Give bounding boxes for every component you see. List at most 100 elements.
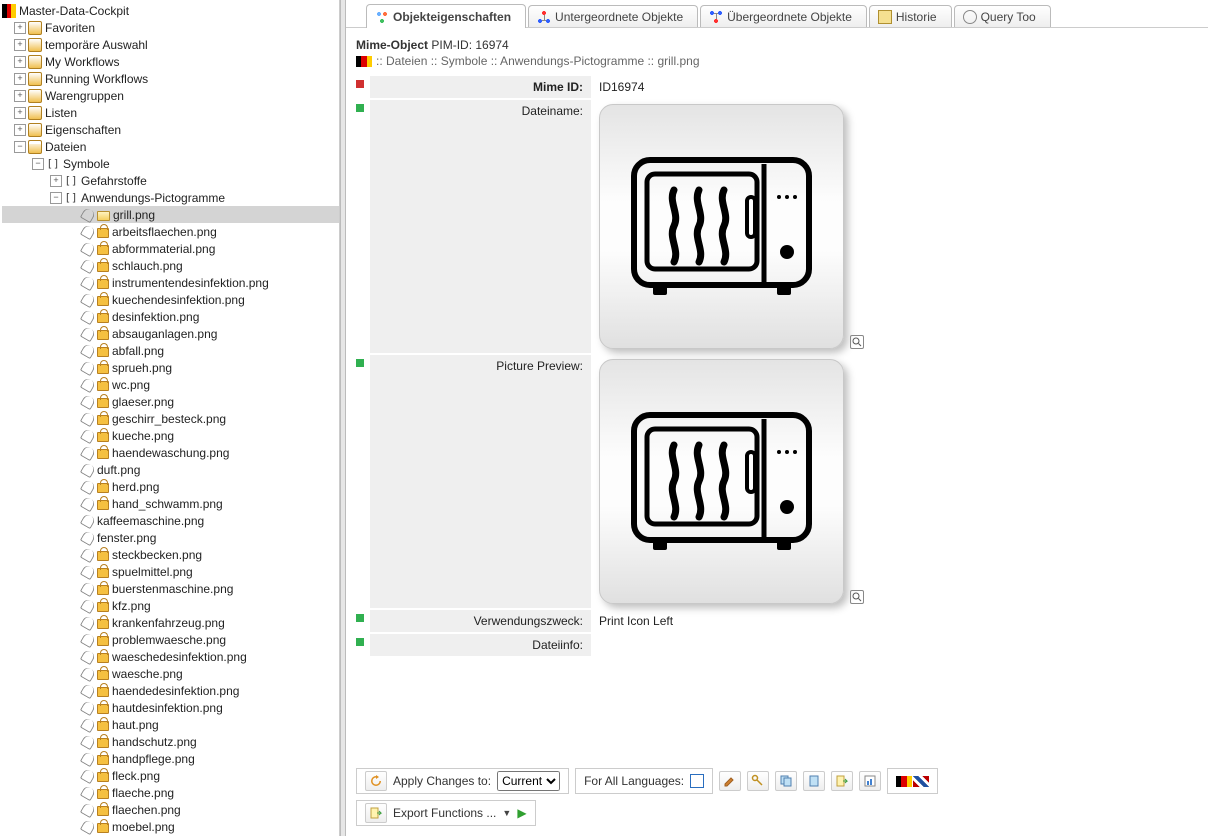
tree-item[interactable]: +Eigenschaften [2, 121, 339, 138]
tab-bar: ObjekteigenschaftenUntergeordnete Objekt… [346, 0, 1208, 28]
tree-item[interactable]: hautdesinfektion.png [2, 699, 339, 716]
refresh-icon[interactable] [365, 771, 387, 791]
tree-item[interactable]: sprueh.png [2, 359, 339, 376]
tree-item[interactable]: herd.png [2, 478, 339, 495]
dropdown-arrow-icon[interactable]: ▼ [502, 808, 511, 818]
tree-item[interactable]: abformmaterial.png [2, 240, 339, 257]
tree-item[interactable]: kaffeemaschine.png [2, 512, 339, 529]
tree-item-label: geschirr_besteck.png [112, 412, 226, 426]
tree-item[interactable]: −[]Anwendungs-Pictogramme [2, 189, 339, 206]
tree-item[interactable]: arbeitsflaechen.png [2, 223, 339, 240]
tree-item[interactable]: handschutz.png [2, 733, 339, 750]
tree-item[interactable]: flaeche.png [2, 784, 339, 801]
box-icon [28, 38, 42, 52]
zoom-icon[interactable] [850, 335, 864, 349]
tree-item[interactable]: glaeser.png [2, 393, 339, 410]
expand-toggle-icon[interactable]: + [14, 22, 26, 34]
expand-toggle-icon[interactable]: + [14, 73, 26, 85]
attachment-icon [80, 598, 96, 614]
tree-item[interactable]: absauganlagen.png [2, 325, 339, 342]
tree-item[interactable]: waeschedesinfektion.png [2, 648, 339, 665]
lock-icon [97, 398, 109, 408]
paste-button[interactable] [803, 771, 825, 791]
expand-toggle-icon[interactable]: + [14, 107, 26, 119]
expand-toggle-icon[interactable]: + [50, 175, 62, 187]
report-button[interactable] [859, 771, 881, 791]
expand-toggle-icon[interactable]: − [32, 158, 44, 170]
tree-item[interactable]: +Running Workflows [2, 70, 339, 87]
tree-item[interactable]: hand_schwamm.png [2, 495, 339, 512]
tab[interactable]: Query Too [954, 5, 1051, 27]
expand-toggle-icon[interactable]: − [50, 192, 62, 204]
tree-item[interactable]: flaechen.png [2, 801, 339, 818]
tree-item[interactable]: geschirr_besteck.png [2, 410, 339, 427]
tab[interactable]: Historie [869, 5, 952, 27]
tree-item[interactable]: haendedesinfektion.png [2, 682, 339, 699]
tree-item[interactable]: spuelmittel.png [2, 563, 339, 580]
tree-root-label: Master-Data-Cockpit [19, 4, 129, 18]
tree-item[interactable]: wc.png [2, 376, 339, 393]
tree-item[interactable]: moebel.png [2, 818, 339, 835]
tree-item[interactable]: kueche.png [2, 427, 339, 444]
tree-item[interactable]: buerstenmaschine.png [2, 580, 339, 597]
tree-item[interactable]: +[]Gefahrstoffe [2, 172, 339, 189]
apply-select[interactable]: Current [497, 771, 560, 791]
copy-button[interactable] [775, 771, 797, 791]
flag-en-icon[interactable] [913, 776, 929, 787]
lock-icon [97, 670, 109, 680]
lock-icon [97, 330, 109, 340]
tree-item[interactable]: handpflege.png [2, 750, 339, 767]
tree-item[interactable]: steckbecken.png [2, 546, 339, 563]
all-lang-checkbox[interactable] [690, 774, 704, 788]
expand-toggle-icon[interactable]: + [14, 90, 26, 102]
zoom-icon[interactable] [850, 590, 864, 604]
right-panel: ObjekteigenschaftenUntergeordnete Objekt… [346, 0, 1208, 836]
expand-toggle-icon[interactable]: + [14, 124, 26, 136]
tree-item[interactable]: haendewaschung.png [2, 444, 339, 461]
tree-item[interactable]: −Dateien [2, 138, 339, 155]
tab[interactable]: Untergeordnete Objekte [528, 5, 698, 27]
tree-root[interactable]: Master-Data-Cockpit [2, 2, 339, 19]
property-key: Dateiinfo: [370, 634, 591, 656]
tree-panel[interactable]: Master-Data-Cockpit +Favoriten+temporäre… [0, 0, 340, 836]
tab[interactable]: Übergeordnete Objekte [700, 5, 867, 27]
tree-item[interactable]: grill.png [2, 206, 339, 223]
tab[interactable]: Objekteigenschaften [366, 4, 526, 28]
breadcrumb-path: :: Dateien :: Symbole :: Anwendungs-Pict… [376, 54, 700, 68]
tree-item[interactable]: fenster.png [2, 529, 339, 546]
expand-toggle-icon[interactable]: + [14, 56, 26, 68]
lock-icon [97, 721, 109, 731]
expand-toggle-icon[interactable]: + [14, 39, 26, 51]
tree-item[interactable]: +temporäre Auswahl [2, 36, 339, 53]
export-button[interactable] [831, 771, 853, 791]
tree-item[interactable]: krankenfahrzeug.png [2, 614, 339, 631]
tree-item[interactable]: +Warengruppen [2, 87, 339, 104]
tree-item[interactable]: kfz.png [2, 597, 339, 614]
tree-item[interactable]: +Favoriten [2, 19, 339, 36]
tree-item[interactable]: instrumentendesinfektion.png [2, 274, 339, 291]
edit-button[interactable] [719, 771, 741, 791]
key-button[interactable] [747, 771, 769, 791]
tree-item-label: My Workflows [45, 55, 119, 69]
play-icon[interactable]: ▶ [517, 806, 526, 820]
tree-item-label: kaffeemaschine.png [97, 514, 204, 528]
tree-item[interactable]: abfall.png [2, 342, 339, 359]
tree-item[interactable]: +Listen [2, 104, 339, 121]
expand-toggle-icon[interactable]: − [14, 141, 26, 153]
all-lang-label: For All Languages: [584, 774, 684, 788]
tree-item[interactable]: −[]Symbole [2, 155, 339, 172]
lock-icon [97, 585, 109, 595]
flag-de-icon [356, 56, 372, 67]
tree-item[interactable]: waesche.png [2, 665, 339, 682]
export-functions-icon[interactable] [365, 803, 387, 823]
tree-item[interactable]: desinfektion.png [2, 308, 339, 325]
tree-item[interactable]: fleck.png [2, 767, 339, 784]
status-dot-icon [356, 614, 364, 622]
tree-item[interactable]: problemwaesche.png [2, 631, 339, 648]
tree-item[interactable]: schlauch.png [2, 257, 339, 274]
tree-item[interactable]: duft.png [2, 461, 339, 478]
tree-item[interactable]: kuechendesinfektion.png [2, 291, 339, 308]
tree-item[interactable]: haut.png [2, 716, 339, 733]
tree-item[interactable]: + My Workflows [2, 53, 339, 70]
flag-de-icon[interactable] [896, 776, 912, 787]
